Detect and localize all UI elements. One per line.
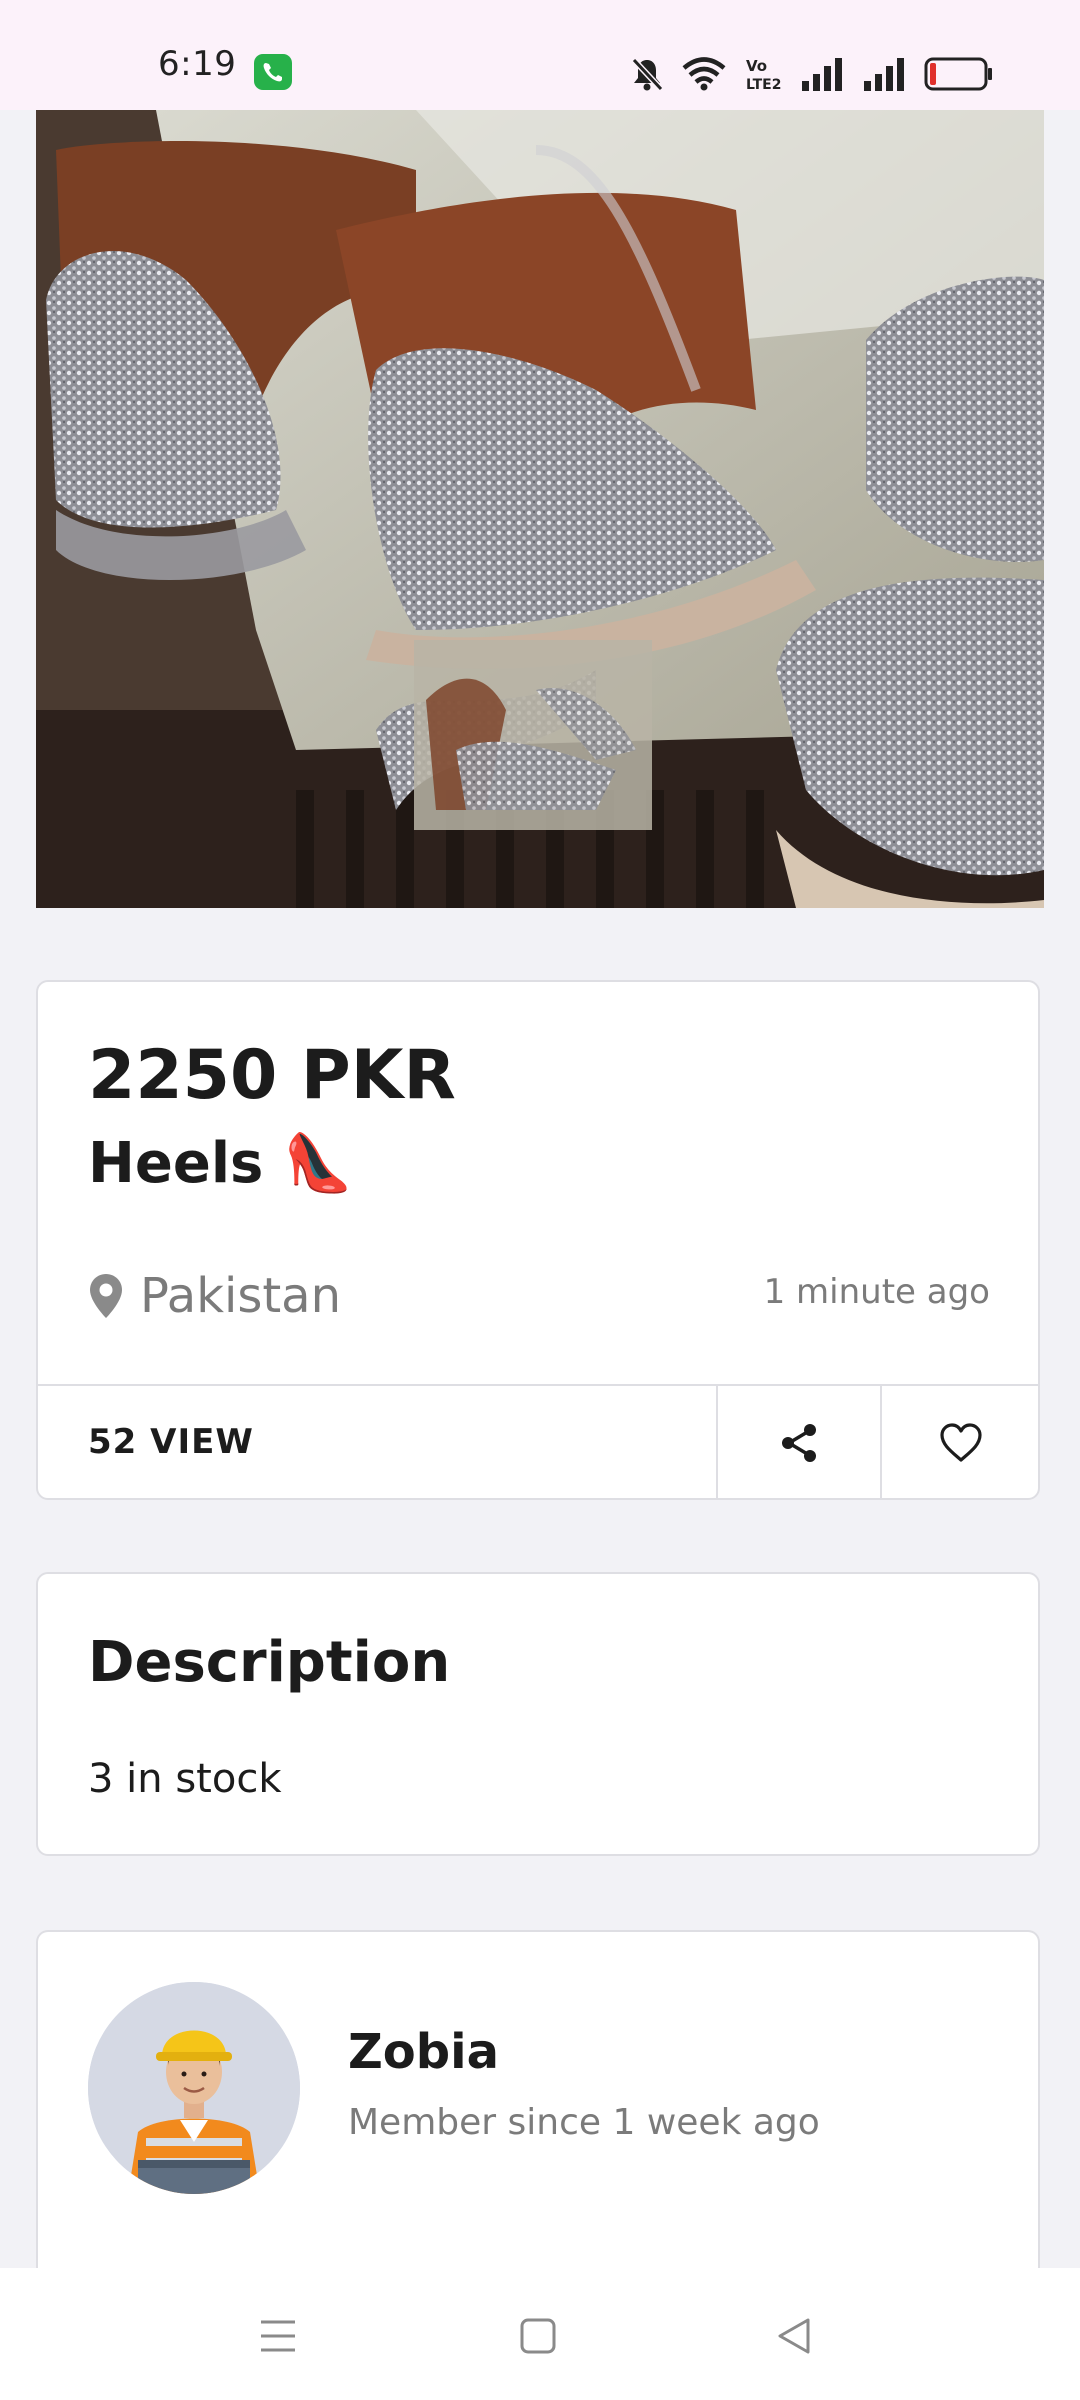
back-triangle-icon <box>778 2318 810 2354</box>
listing-card: 2250 PKR Heels 👠 Pakistan 1 minute ago 5… <box>36 980 1040 1500</box>
location-text: Pakistan <box>140 1268 341 1324</box>
home-button[interactable] <box>508 2308 568 2364</box>
member-since: Member since 1 week ago <box>348 2102 820 2143</box>
system-nav-bar <box>0 2268 1080 2400</box>
favorite-button[interactable] <box>882 1386 1040 1500</box>
status-time: 6:19 <box>158 44 237 84</box>
description-card: Description 3 in stock <box>36 1572 1040 1856</box>
signal-icon <box>802 58 842 91</box>
home-square-icon <box>520 2318 556 2354</box>
seller-name[interactable]: Zobia <box>348 2024 499 2080</box>
share-button[interactable] <box>718 1386 880 1500</box>
svg-text:Vo: Vo <box>746 57 767 75</box>
heart-icon <box>940 1423 982 1462</box>
seller-card[interactable]: Zobia Member since 1 week ago <box>36 1930 1040 2290</box>
product-image[interactable] <box>36 110 1044 908</box>
status-icons: Vo LTE2 <box>630 54 994 94</box>
back-button[interactable] <box>764 2308 824 2364</box>
svg-text:LTE2: LTE2 <box>746 77 781 92</box>
volte-icon: Vo LTE2 <box>746 57 781 92</box>
heel-emoji: 👠 <box>283 1131 354 1196</box>
view-count: 52 VIEW <box>88 1422 254 1462</box>
share-icon <box>782 1424 816 1462</box>
battery-icon <box>924 57 992 91</box>
listing-title: Heels 👠 <box>88 1130 354 1197</box>
avatar[interactable] <box>88 1982 300 2194</box>
posted-time: 1 minute ago <box>763 1272 990 1312</box>
wifi-icon <box>682 57 726 91</box>
call-icon <box>254 54 292 90</box>
mute-icon <box>631 57 664 92</box>
status-bar: 6:19 Vo LTE2 <box>0 0 1080 110</box>
menu-icon <box>261 2320 295 2352</box>
listing-title-text: Heels <box>88 1130 264 1196</box>
description-heading: Description <box>88 1630 451 1695</box>
description-text: 3 in stock <box>88 1756 282 1802</box>
price: 2250 PKR <box>88 1036 456 1115</box>
recent-apps-button[interactable] <box>248 2308 308 2364</box>
location-pin-icon <box>90 1274 122 1318</box>
location: Pakistan <box>88 1268 341 1324</box>
signal-icon <box>864 58 904 91</box>
